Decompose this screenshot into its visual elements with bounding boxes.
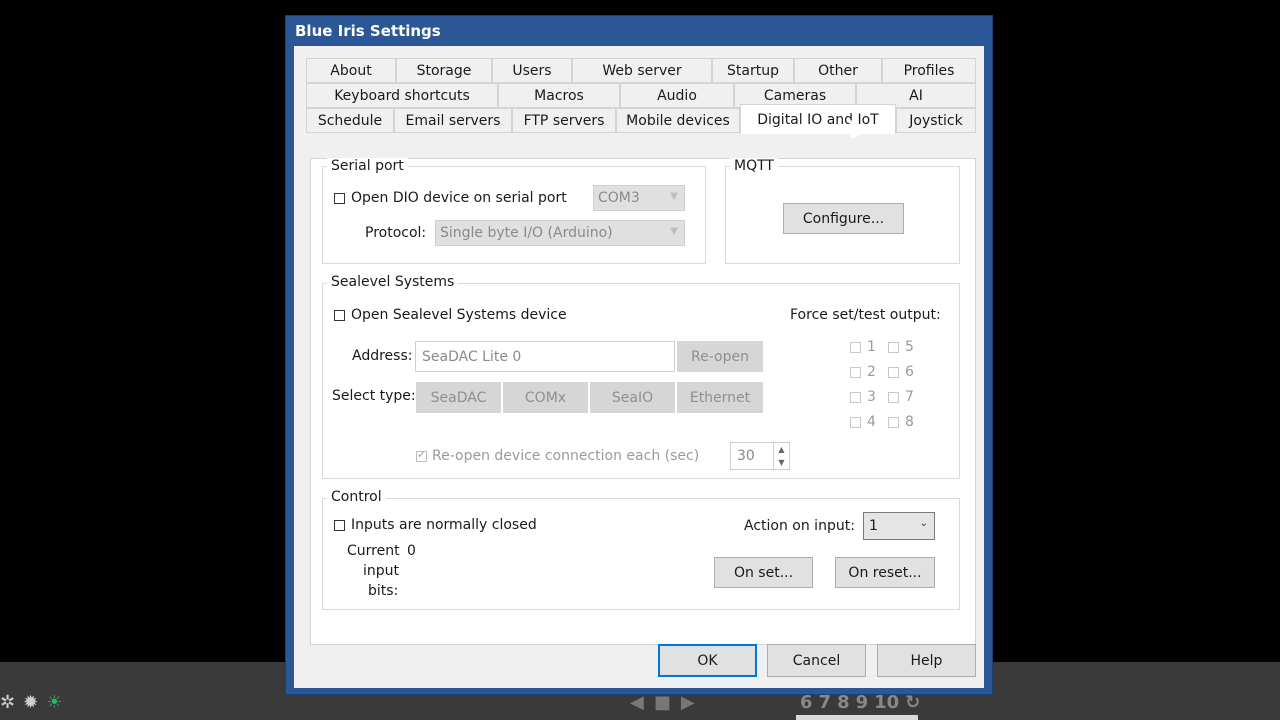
refresh-icon[interactable]: ↻ bbox=[905, 692, 920, 713]
tab-schedule[interactable]: Schedule bbox=[306, 108, 394, 133]
output-2-checkbox bbox=[850, 367, 861, 378]
host-number[interactable]: 9 bbox=[856, 692, 869, 713]
protocol-select: Single byte I/O (Arduino) ▼ bbox=[435, 220, 685, 246]
current-input-bits-label-line3: bits: bbox=[368, 583, 399, 599]
output-6-label: 6 bbox=[905, 364, 914, 380]
select-type-label: Select type: bbox=[332, 388, 416, 404]
output-3-label: 3 bbox=[867, 389, 876, 405]
dialog-title: Blue Iris Settings bbox=[295, 22, 441, 40]
output-2-label: 2 bbox=[867, 364, 876, 380]
host-number[interactable]: 8 bbox=[837, 692, 850, 713]
output-7-label: 7 bbox=[905, 389, 914, 405]
open-dio-serial-checkbox[interactable] bbox=[334, 193, 345, 204]
host-number-buttons: 6 7 8 9 10 ↻ bbox=[800, 692, 920, 713]
tab-keyboard-shortcuts[interactable]: Keyboard shortcuts bbox=[306, 83, 498, 108]
lightbulb-icon[interactable]: ☀ bbox=[46, 692, 62, 713]
type-ethernet-button: Ethernet bbox=[677, 382, 763, 413]
mqtt-group-label: MQTT bbox=[730, 158, 778, 174]
tab-ftp-servers[interactable]: FTP servers bbox=[512, 108, 616, 133]
tab-about[interactable]: About bbox=[306, 58, 396, 83]
tab-email-servers[interactable]: Email servers bbox=[394, 108, 512, 133]
stepper-arrows-icon: ▲ ▼ bbox=[773, 443, 789, 469]
type-comx-button: COMx bbox=[503, 382, 588, 413]
output-7-checkbox bbox=[888, 392, 899, 403]
sealevel-group-label: Sealevel Systems bbox=[327, 274, 459, 290]
inputs-normally-closed-checkbox[interactable] bbox=[334, 520, 345, 531]
output-1-label: 1 bbox=[867, 339, 876, 355]
host-number[interactable]: 6 bbox=[800, 692, 813, 713]
current-input-bits-label-line2: input bbox=[363, 563, 400, 579]
host-number[interactable]: 7 bbox=[819, 692, 832, 713]
reopen-seconds-stepper: 30 ▲ ▼ bbox=[730, 442, 790, 470]
tab-audio[interactable]: Audio bbox=[620, 83, 734, 108]
open-dio-serial-label[interactable]: Open DIO device on serial port bbox=[351, 190, 567, 206]
force-output-label: Force set/test output: bbox=[790, 307, 941, 323]
current-input-bits-label-line1: Current bbox=[347, 543, 400, 559]
dialog-client-area: About Storage Users Web server Startup O… bbox=[294, 46, 984, 688]
tab-other[interactable]: Other bbox=[794, 58, 882, 83]
serial-port-group bbox=[322, 166, 706, 264]
inputs-normally-closed-label[interactable]: Inputs are normally closed bbox=[351, 517, 537, 533]
output-8-checkbox bbox=[888, 417, 899, 428]
serial-port-group-label: Serial port bbox=[327, 158, 408, 174]
mqtt-configure-button[interactable]: Configure... bbox=[783, 203, 904, 234]
stop-icon[interactable]: ■ bbox=[654, 692, 671, 713]
output-3-checkbox bbox=[850, 392, 861, 403]
back-arrow-icon[interactable]: ◀ bbox=[630, 692, 644, 713]
settings-dialog: Blue Iris Settings About Storage Users W… bbox=[286, 16, 992, 694]
tab-users[interactable]: Users bbox=[492, 58, 572, 83]
host-playback-controls: ◀ ■ ▶ bbox=[630, 692, 695, 713]
type-seadac-button: SeaDAC bbox=[416, 382, 501, 413]
host-left-icons: ✲ ✹ ☀ bbox=[0, 692, 62, 713]
tab-panel-digital-io: Serial port Open DIO device on serial po… bbox=[310, 158, 976, 645]
reopen-each-checkbox bbox=[416, 448, 427, 462]
open-sealevel-label[interactable]: Open Sealevel Systems device bbox=[351, 307, 567, 323]
gear-icon[interactable]: ✲ bbox=[0, 692, 15, 713]
tab-profiles[interactable]: Profiles bbox=[882, 58, 976, 83]
output-1-checkbox bbox=[850, 342, 861, 353]
ok-button[interactable]: OK bbox=[658, 644, 757, 677]
tab-macros[interactable]: Macros bbox=[498, 83, 620, 108]
tab-digital-io-and-iot[interactable]: Digital IO and IoT bbox=[740, 104, 896, 134]
tab-startup[interactable]: Startup bbox=[712, 58, 794, 83]
reopen-seconds-value: 30 bbox=[737, 448, 755, 464]
output-6-checkbox bbox=[888, 367, 899, 378]
address-input: SeaDAC Lite 0 bbox=[415, 341, 675, 372]
output-4-label: 4 bbox=[867, 414, 876, 430]
protocol-value: Single byte I/O (Arduino) bbox=[440, 225, 613, 241]
open-sealevel-checkbox[interactable] bbox=[334, 310, 345, 321]
on-set-button[interactable]: On set... bbox=[714, 557, 813, 588]
current-input-bits-value: 0 bbox=[407, 543, 416, 559]
action-on-input-value: 1 bbox=[869, 518, 878, 534]
action-on-input-label: Action on input: bbox=[744, 518, 855, 534]
control-group-label: Control bbox=[327, 489, 386, 505]
type-seaio-button: SeaIO bbox=[590, 382, 675, 413]
on-reset-button[interactable]: On reset... bbox=[835, 557, 935, 588]
help-button[interactable]: Help bbox=[877, 644, 976, 677]
serial-port-value: COM3 bbox=[598, 190, 640, 206]
reopen-each-label: Re-open device connection each (sec) bbox=[432, 448, 700, 464]
address-label: Address: bbox=[352, 348, 413, 364]
output-5-label: 5 bbox=[905, 339, 914, 355]
protocol-label: Protocol: bbox=[365, 225, 427, 241]
host-number[interactable]: 10 bbox=[874, 692, 899, 713]
tab-mobile-devices[interactable]: Mobile devices bbox=[616, 108, 740, 133]
tab-joystick[interactable]: Joystick bbox=[896, 108, 976, 133]
tab-storage[interactable]: Storage bbox=[396, 58, 492, 83]
reopen-button: Re-open bbox=[677, 341, 763, 372]
output-5-checkbox bbox=[888, 342, 899, 353]
output-8-label: 8 bbox=[905, 414, 914, 430]
sun-icon[interactable]: ✹ bbox=[23, 692, 38, 713]
forward-arrow-icon[interactable]: ▶ bbox=[681, 692, 695, 713]
chevron-down-icon: ⌄ bbox=[919, 518, 928, 529]
host-scrollbar[interactable] bbox=[796, 715, 918, 720]
serial-port-select: COM3 ▼ bbox=[593, 185, 685, 211]
chevron-down-icon: ▼ bbox=[670, 226, 678, 237]
tab-web-server[interactable]: Web server bbox=[572, 58, 712, 83]
cancel-button[interactable]: Cancel bbox=[767, 644, 866, 677]
output-4-checkbox bbox=[850, 417, 861, 428]
action-on-input-select[interactable]: 1 ⌄ bbox=[863, 512, 935, 540]
chevron-down-icon: ▼ bbox=[670, 191, 678, 202]
dialog-titlebar[interactable]: Blue Iris Settings bbox=[286, 16, 992, 46]
